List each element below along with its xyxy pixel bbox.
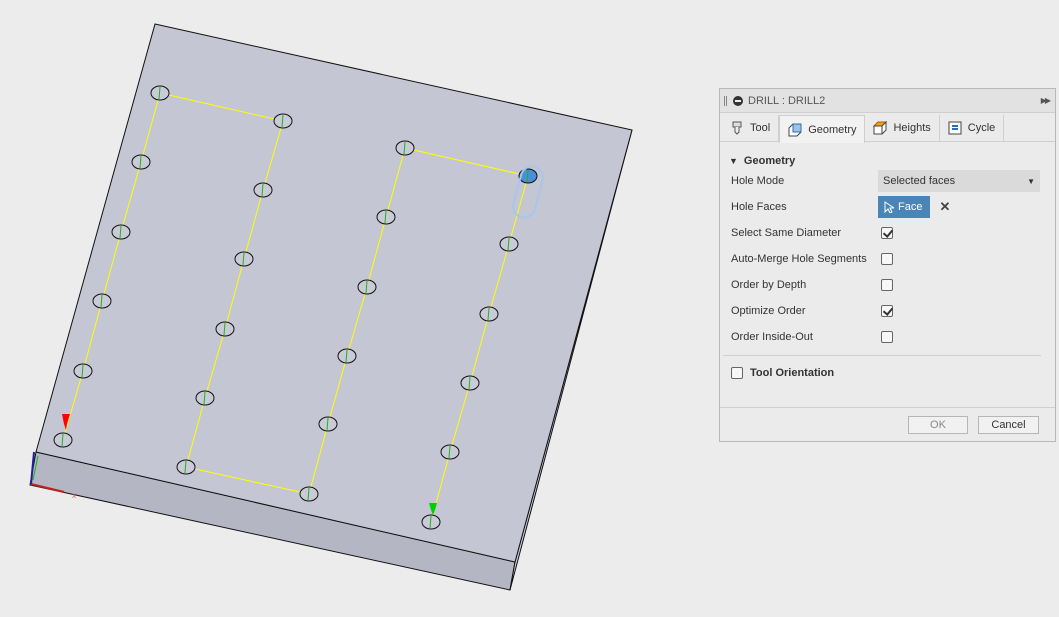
geometry-section-header[interactable]: ▼ Geometry	[720, 142, 1055, 168]
face-label: Face	[898, 201, 923, 213]
divider	[723, 355, 1041, 356]
option-checkbox[interactable]	[881, 253, 893, 265]
option-row: Auto-Merge Hole Segments	[731, 248, 1041, 270]
cursor-arrow-icon	[884, 201, 894, 213]
clear-selection-icon[interactable]: ✕	[939, 199, 950, 215]
option-checkbox[interactable]	[881, 305, 893, 317]
drag-grip-icon[interactable]	[724, 95, 727, 106]
tab-heights[interactable]: Heights	[865, 115, 940, 141]
hole-mode-value: Selected faces	[883, 175, 956, 187]
drill-dialog: DRILL : DRILL2 ▶▶ Tool Geometry Heights …	[719, 88, 1056, 442]
tool-orientation-checkbox[interactable]	[731, 367, 743, 379]
option-label: Optimize Order	[731, 305, 806, 317]
expand-icon[interactable]: ▶▶	[1041, 96, 1051, 105]
hole-faces-label: Hole Faces	[731, 201, 787, 213]
chevron-down-icon: ▼	[1027, 176, 1035, 186]
tab-label: Tool	[750, 122, 771, 134]
heights-box-icon	[873, 121, 888, 135]
option-checkbox[interactable]	[881, 331, 893, 343]
hole-mode-select[interactable]: Selected faces ▼	[878, 170, 1040, 192]
collapse-triangle-icon: ▼	[729, 155, 738, 166]
tab-label: Heights	[893, 122, 931, 134]
option-row: Order Inside-Out	[731, 326, 1041, 348]
dialog-title: DRILL : DRILL2	[748, 94, 826, 107]
cycle-icon	[948, 121, 962, 135]
face-selection-button[interactable]: Face	[878, 196, 931, 218]
hole-mode-label: Hole Mode	[731, 175, 785, 187]
tab-label: Cycle	[967, 122, 996, 134]
dialog-header[interactable]: DRILL : DRILL2 ▶▶	[720, 89, 1055, 113]
tab-cycle[interactable]: Cycle	[940, 115, 1005, 141]
collapse-icon[interactable]	[733, 95, 743, 106]
option-row: Order by Depth	[731, 274, 1041, 296]
hole-mode-row: Hole Mode Selected faces ▼	[731, 170, 1041, 192]
ok-button[interactable]: OK	[908, 416, 968, 434]
tab-bar: Tool Geometry Heights Cycle	[720, 115, 1055, 143]
option-label: Order by Depth	[731, 279, 807, 291]
option-label: Select Same Diameter	[731, 227, 842, 239]
section-title: Geometry	[743, 154, 796, 167]
3d-viewport[interactable]: x	[0, 0, 700, 617]
divider	[720, 407, 1055, 408]
svg-text:x: x	[72, 491, 76, 500]
drill-tool-icon	[732, 121, 742, 135]
option-label: Order Inside-Out	[731, 331, 813, 343]
tab-tool[interactable]: Tool	[722, 115, 780, 141]
option-row: Optimize Order	[731, 300, 1041, 322]
geometry-box-icon	[788, 123, 802, 136]
option-label: Auto-Merge Hole Segments	[731, 253, 867, 265]
option-checkbox[interactable]	[881, 227, 893, 239]
hole-faces-row: Hole Faces Face ✕	[731, 196, 1041, 218]
tool-orientation-row[interactable]: Tool Orientation	[731, 362, 1041, 384]
option-row: Select Same Diameter	[731, 222, 1041, 244]
cancel-button[interactable]: Cancel	[978, 416, 1039, 434]
option-checkbox[interactable]	[881, 279, 893, 291]
tab-label: Geometry	[808, 123, 857, 136]
tool-orientation-label: Tool Orientation	[750, 367, 835, 379]
tab-geometry[interactable]: Geometry	[779, 115, 866, 143]
